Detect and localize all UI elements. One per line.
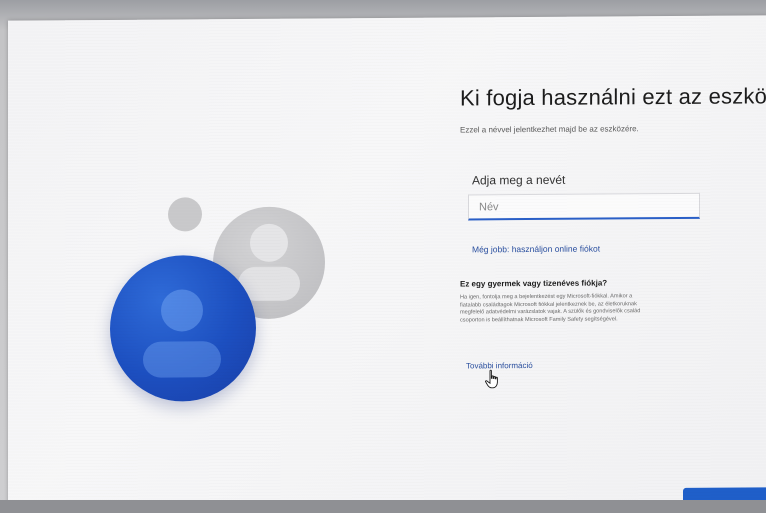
photo-frame: Ki fogja használni ezt az eszközt? Ezzel… (0, 0, 766, 513)
page-title: Ki fogja használni ezt az eszközt? (460, 83, 766, 111)
decorative-dot (168, 197, 202, 232)
name-input[interactable] (468, 192, 700, 221)
oobe-screen: Ki fogja használni ezt az eszközt? Ezzel… (8, 15, 766, 513)
page-subtitle: Ezzel a névvel jelentkezhet majd be az e… (460, 124, 639, 135)
background-avatar-head (250, 223, 288, 262)
name-field-label: Adja meg a nevét (472, 172, 566, 188)
foreground-avatar-body (143, 341, 221, 378)
hand-pointer-icon (485, 369, 498, 389)
online-account-link[interactable]: Még jobb: használjon online fiókot (472, 244, 600, 255)
monitor-bezel (0, 500, 766, 513)
child-account-description: Ha igen, fontolja meg a bejelentkezést e… (460, 292, 766, 325)
child-account-heading: Ez egy gyermek vagy tizenéves fiókja? (460, 278, 608, 289)
foreground-avatar-head (161, 289, 203, 332)
child-account-description-line: csoporton is beállíthatnak Microsoft Fam… (460, 316, 618, 324)
